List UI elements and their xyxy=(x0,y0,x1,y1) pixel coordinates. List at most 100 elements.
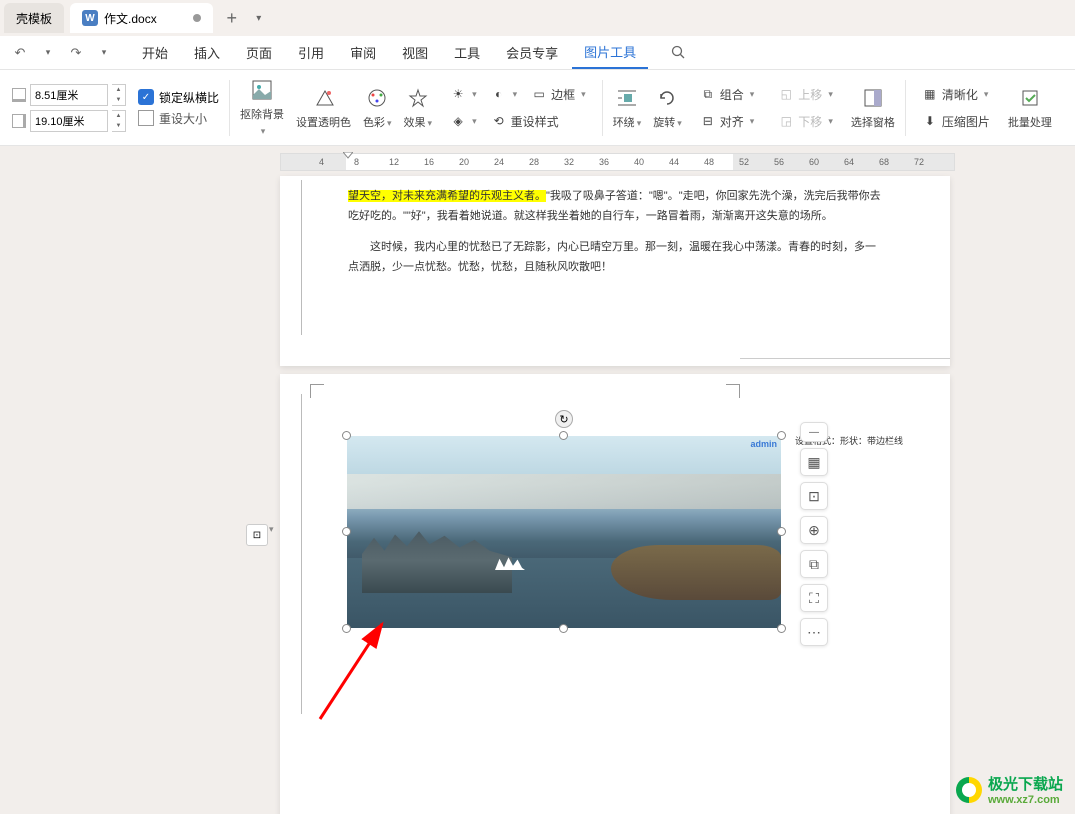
height-icon xyxy=(12,88,26,102)
horizontal-ruler[interactable]: 4812162024283236404448525660646872 xyxy=(280,153,955,171)
move-up-button[interactable]: ◱上移▾ xyxy=(772,84,839,105)
rotate-handle[interactable]: ↻ xyxy=(555,410,573,428)
float-more-button[interactable]: ⋯ xyxy=(800,618,828,646)
menu-tools[interactable]: 工具 xyxy=(442,37,492,68)
shadow-icon: ◈ xyxy=(450,113,466,129)
selected-image[interactable]: ↻ admin xyxy=(347,436,781,628)
tab-close-icon[interactable] xyxy=(193,14,201,22)
width-input[interactable] xyxy=(30,110,108,132)
width-icon xyxy=(12,114,26,128)
ruler-mark: 68 xyxy=(879,157,889,167)
ruler-mark: 12 xyxy=(389,157,399,167)
lock-ratio-checkbox[interactable]: ✓ 锁定纵横比 xyxy=(138,89,219,106)
rotate-button[interactable]: 旋转▾ xyxy=(647,86,688,130)
watermark-url: www.xz7.com xyxy=(988,794,1063,806)
height-spinner[interactable]: ▲▼ xyxy=(112,84,126,106)
menu-review[interactable]: 审阅 xyxy=(338,37,388,68)
wrap-button[interactable]: 环绕▾ xyxy=(607,86,648,130)
ruler-mark: 72 xyxy=(914,157,924,167)
resize-handle-s[interactable] xyxy=(559,624,568,633)
watermark: 极光下载站 www.xz7.com xyxy=(956,773,1063,806)
float-wrap-button[interactable]: ▦ xyxy=(800,448,828,476)
brightness-button[interactable]: ☀▾ xyxy=(444,84,483,104)
resize-handle-nw[interactable] xyxy=(342,431,351,440)
clarity-button[interactable]: ▦清晰化▾ xyxy=(916,84,996,105)
menu-home[interactable]: 开始 xyxy=(130,37,180,68)
indent-marker[interactable] xyxy=(343,152,353,160)
search-button[interactable] xyxy=(666,41,690,65)
wrap-icon xyxy=(615,86,639,110)
paragraph[interactable]: 这时候，我内心里的忧愁已了无踪影，内心已晴空万里。那一刻，温暖在我心中荡漾。青春… xyxy=(348,237,882,278)
width-spinner[interactable]: ▲▼ xyxy=(112,110,126,132)
tab-label: 壳模板 xyxy=(16,10,52,27)
ruler-mark: 48 xyxy=(704,157,714,167)
image-float-toolbar: — ▦ ⊡ ⊕ ⧉ ⛶ ⋯ xyxy=(800,422,828,646)
align-button[interactable]: ⊟对齐▾ xyxy=(694,111,761,132)
menu-view[interactable]: 视图 xyxy=(390,37,440,68)
border-button[interactable]: ▭边框▾ xyxy=(525,84,592,105)
menu-reference[interactable]: 引用 xyxy=(286,37,336,68)
ruler-mark: 28 xyxy=(529,157,539,167)
search-icon xyxy=(671,45,686,60)
effect-button[interactable]: 效果▾ xyxy=(398,86,439,130)
separator xyxy=(229,80,230,136)
reset-style-button[interactable]: ⟲重设样式 xyxy=(485,111,565,132)
menu-member[interactable]: 会员专享 xyxy=(494,37,570,68)
tab-template[interactable]: 壳模板 xyxy=(4,3,64,33)
contrast-button[interactable]: ◐▾ xyxy=(485,84,524,104)
float-zoom-button[interactable]: ⊕ xyxy=(800,516,828,544)
redo-button[interactable]: ↷ xyxy=(64,41,88,65)
resize-handle-se[interactable] xyxy=(777,624,786,633)
admin-label: admin xyxy=(750,439,777,449)
menu-page[interactable]: 页面 xyxy=(234,37,284,68)
ruler-mark: 56 xyxy=(774,157,784,167)
ruler-mark: 64 xyxy=(844,157,854,167)
resize-handle-n[interactable] xyxy=(559,431,568,440)
redo-dropdown[interactable]: ▾ xyxy=(92,41,116,65)
move-down-button[interactable]: ◲下移▾ xyxy=(772,111,839,132)
resize-handle-sw[interactable] xyxy=(342,624,351,633)
highlighted-text: 望天空，对未来充满希望的乐观主义者。 xyxy=(348,190,546,202)
resize-handle-w[interactable] xyxy=(342,527,351,536)
reset-size-icon xyxy=(138,110,154,126)
menu-insert[interactable]: 插入 xyxy=(182,37,232,68)
reset-style-icon: ⟲ xyxy=(491,113,507,129)
batch-button[interactable]: 批量处理 xyxy=(1002,86,1058,130)
ruler-mark: 8 xyxy=(354,157,359,167)
undo-button[interactable]: ↶ xyxy=(8,41,32,65)
color-button[interactable]: 色彩▾ xyxy=(357,86,398,130)
side-nav-dropdown[interactable]: ▾ xyxy=(269,524,274,535)
float-fullscreen-button[interactable]: ⛶ xyxy=(800,584,828,612)
compress-button[interactable]: ⬇压缩图片 xyxy=(916,111,996,132)
tab-menu-button[interactable]: ▾ xyxy=(251,5,267,31)
remove-bg-button[interactable]: 抠除背景 ▾ xyxy=(234,78,290,137)
watermark-icon xyxy=(956,777,982,803)
side-nav-button[interactable]: ⊡ xyxy=(246,524,268,546)
paragraph[interactable]: 望天空，对未来充满希望的乐观主义者。"我吸了吸鼻子答道："嗯"。"走吧，你回家先… xyxy=(348,186,882,227)
resize-handle-ne[interactable] xyxy=(777,431,786,440)
float-layout-button[interactable]: — xyxy=(800,422,828,442)
ruler-mark: 60 xyxy=(809,157,819,167)
combine-button[interactable]: ⧉组合▾ xyxy=(694,84,761,105)
undo-dropdown[interactable]: ▾ xyxy=(36,41,60,65)
resize-handle-e[interactable] xyxy=(777,527,786,536)
ruler-mark: 4 xyxy=(319,157,324,167)
menu-picture-tools[interactable]: 图片工具 xyxy=(572,36,648,69)
shadow-button[interactable]: ◈▾ xyxy=(444,111,483,131)
height-input[interactable] xyxy=(30,84,108,106)
compress-icon: ⬇ xyxy=(922,113,938,129)
move-down-icon: ◲ xyxy=(778,113,794,129)
selection-pane-button[interactable]: 选择窗格 xyxy=(845,86,901,130)
brightness-icon: ☀ xyxy=(450,86,466,102)
float-copy-button[interactable]: ⧉ xyxy=(800,550,828,578)
document-page-2: ↻ admin 设置格式：形状：带边栏线 xyxy=(280,374,950,814)
set-transparent-button[interactable]: 设置透明色 xyxy=(290,86,357,130)
new-tab-button[interactable]: + xyxy=(219,5,245,31)
selection-pane-icon xyxy=(861,86,885,110)
page-footer-line xyxy=(740,358,950,366)
tab-document[interactable]: W 作文.docx xyxy=(70,3,213,33)
effect-icon xyxy=(406,86,430,110)
reset-size-button[interactable]: 重设大小 xyxy=(138,110,219,127)
float-crop-button[interactable]: ⊡ xyxy=(800,482,828,510)
margin-mark xyxy=(310,384,324,398)
